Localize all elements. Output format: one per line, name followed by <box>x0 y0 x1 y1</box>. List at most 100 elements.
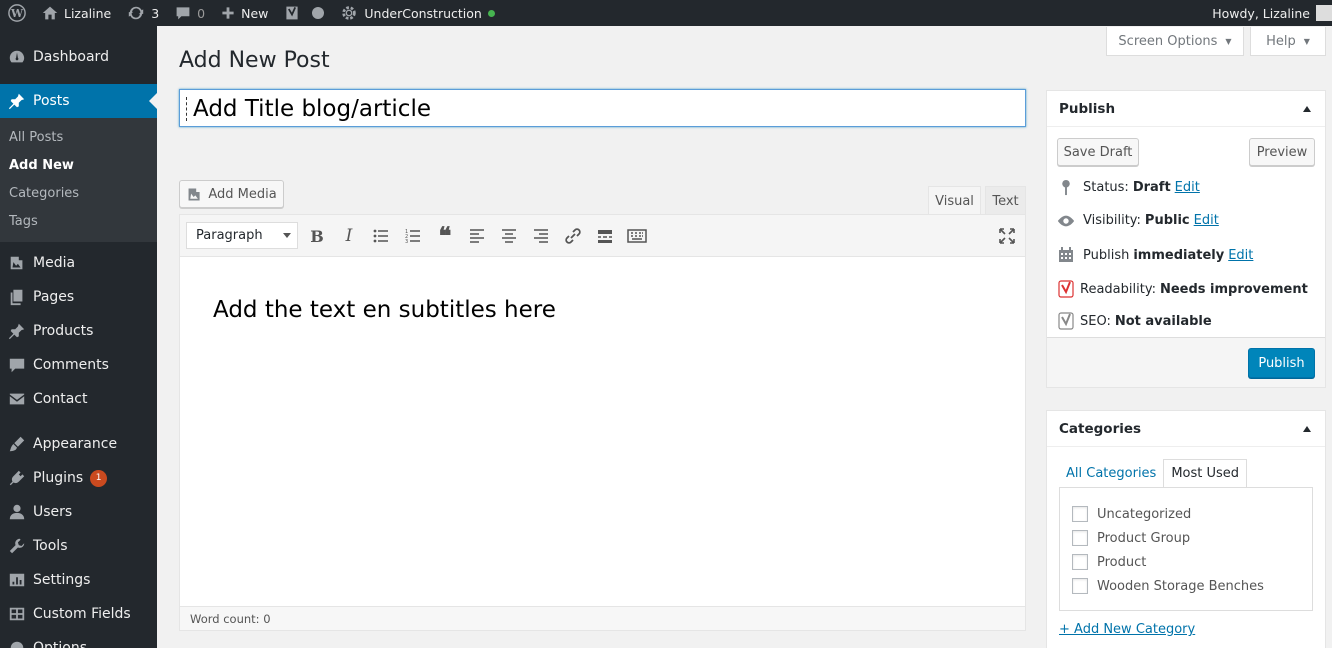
menu-products[interactable]: Products <box>0 314 157 348</box>
category-label: Wooden Storage Benches <box>1097 578 1264 594</box>
site-name-link[interactable]: Lizaline <box>34 0 119 26</box>
fullscreen-button[interactable] <box>996 225 1018 247</box>
edit-publish-date-link[interactable]: Edit <box>1228 248 1253 263</box>
category-item[interactable]: Product Group <box>1072 530 1190 546</box>
yoast-icon <box>286 6 298 20</box>
align-left-button[interactable] <box>466 225 488 247</box>
bullet-list-button[interactable] <box>370 225 392 247</box>
yoast-menu[interactable] <box>276 0 332 26</box>
category-checkbox[interactable] <box>1072 554 1088 570</box>
help-button[interactable]: Help ▼ <box>1250 27 1326 56</box>
menu-posts[interactable]: Posts <box>0 84 157 118</box>
editor-content-text: Add the text en subtitles here <box>213 297 556 323</box>
collapse-arrow-icon[interactable] <box>1303 106 1311 112</box>
home-icon <box>42 6 58 20</box>
editor-content-area[interactable]: Add the text en subtitles here <box>180 257 1025 607</box>
menu-contact[interactable]: Contact <box>0 382 157 416</box>
link-icon <box>565 228 581 244</box>
updates-link[interactable]: 3 <box>119 0 167 26</box>
collapse-arrow-icon[interactable] <box>1303 426 1311 432</box>
align-center-button[interactable] <box>498 225 520 247</box>
readability-label: Readability: <box>1080 281 1156 297</box>
menu-comments[interactable]: Comments <box>0 348 157 382</box>
tab-visual[interactable]: Visual <box>928 186 981 215</box>
publish-label: Publish <box>1083 247 1130 263</box>
toolbar-toggle-button[interactable] <box>626 225 648 247</box>
menu-label: Comments <box>33 357 109 373</box>
menu-appearance[interactable]: Appearance <box>0 427 157 461</box>
submenu-categories[interactable]: Categories <box>0 180 157 208</box>
format-select[interactable]: Paragraph <box>186 222 298 249</box>
word-count: Word count: 0 <box>180 606 1025 630</box>
category-item[interactable]: Uncategorized <box>1072 506 1191 522</box>
menu-settings[interactable]: Settings <box>0 563 157 597</box>
align-right-button[interactable] <box>530 225 552 247</box>
menu-options[interactable]: Options <box>0 631 157 648</box>
save-draft-button[interactable]: Save Draft <box>1057 138 1139 166</box>
category-checkbox[interactable] <box>1072 530 1088 546</box>
wordpress-logo-icon[interactable]: W <box>0 0 34 26</box>
bold-button[interactable]: B <box>306 225 328 247</box>
numbered-list-button[interactable]: 123 <box>402 225 424 247</box>
visibility-row: Visibility: Public Edit <box>1057 213 1219 228</box>
text-cursor <box>186 97 187 121</box>
menu-media[interactable]: Media <box>0 246 157 280</box>
preview-button[interactable]: Preview <box>1249 138 1315 166</box>
dashboard-icon <box>7 47 27 67</box>
format-select-value: Paragraph <box>196 228 263 243</box>
insert-link-button[interactable] <box>562 225 584 247</box>
submenu-add-new[interactable]: Add New <box>0 152 157 180</box>
read-more-button[interactable] <box>594 225 616 247</box>
under-construction-link[interactable]: UnderConstruction <box>332 0 502 26</box>
visibility-label: Visibility: <box>1083 213 1141 228</box>
user-icon <box>7 502 27 522</box>
post-title-input[interactable]: Add Title blog/article <box>179 89 1026 127</box>
screen-options-button[interactable]: Screen Options ▼ <box>1106 27 1244 56</box>
tab-text[interactable]: Text <box>985 186 1026 215</box>
submenu-tags[interactable]: Tags <box>0 208 157 236</box>
new-content-link[interactable]: New <box>213 0 276 26</box>
categories-box: Categories All Categories Most Used Unca… <box>1046 410 1326 648</box>
menu-tools[interactable]: Tools <box>0 529 157 563</box>
menu-custom-fields[interactable]: Custom Fields <box>0 597 157 631</box>
visibility-value: Public <box>1144 213 1190 228</box>
tab-most-used[interactable]: Most Used <box>1163 459 1248 488</box>
category-item[interactable]: Product <box>1072 554 1146 570</box>
menu-users[interactable]: Users <box>0 495 157 529</box>
status-value: Draft <box>1132 180 1171 195</box>
edit-status-link[interactable]: Edit <box>1175 180 1200 195</box>
pin-icon <box>7 91 27 111</box>
menu-pages[interactable]: Pages <box>0 280 157 314</box>
tab-all-categories[interactable]: All Categories <box>1059 459 1163 488</box>
publish-button[interactable]: Publish <box>1248 348 1315 378</box>
post-title-value: Add Title blog/article <box>193 96 431 122</box>
submenu-all-posts[interactable]: All Posts <box>0 124 157 152</box>
grid-icon <box>7 604 27 624</box>
menu-dashboard[interactable]: Dashboard <box>0 40 157 74</box>
add-new-category-link[interactable]: + Add New Category <box>1059 622 1195 637</box>
menu-label: Users <box>33 504 73 520</box>
publish-box-header[interactable]: Publish <box>1047 91 1325 127</box>
plug-icon <box>7 468 27 488</box>
add-media-label: Add Media <box>208 186 277 202</box>
category-checkbox[interactable] <box>1072 506 1088 522</box>
menu-label: Products <box>33 323 94 339</box>
align-center-icon <box>502 229 516 243</box>
add-media-button[interactable]: Add Media <box>179 180 284 208</box>
menu-plugins[interactable]: Plugins 1 <box>0 461 157 495</box>
edit-visibility-link[interactable]: Edit <box>1194 213 1219 228</box>
keyboard-icon <box>627 229 647 243</box>
admin-sidebar: Dashboard Posts All Posts Add New Catego… <box>0 26 157 648</box>
mail-icon <box>7 389 27 409</box>
comments-link[interactable]: 0 <box>167 0 213 26</box>
italic-button[interactable]: I <box>338 225 360 247</box>
menu-label: Settings <box>33 572 91 588</box>
category-item[interactable]: Wooden Storage Benches <box>1072 578 1264 594</box>
gear-icon <box>7 638 27 648</box>
my-account-link[interactable]: Howdy, Lizaline <box>1204 0 1332 26</box>
menu-label: Appearance <box>33 436 118 452</box>
category-checkbox[interactable] <box>1072 578 1088 594</box>
align-right-icon <box>534 229 548 243</box>
blockquote-button[interactable]: ❝ <box>434 224 456 248</box>
categories-box-header[interactable]: Categories <box>1047 411 1325 447</box>
